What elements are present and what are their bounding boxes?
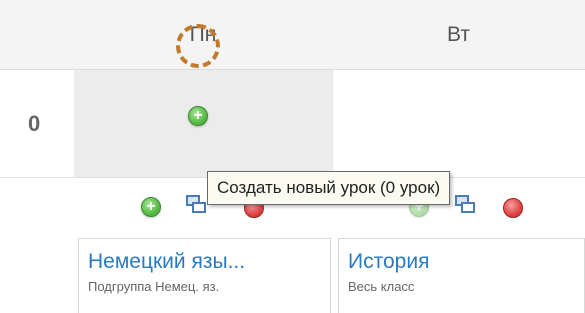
lesson-number: 0	[28, 111, 41, 136]
add-lesson-icon[interactable]: +	[141, 197, 161, 217]
delete-icon[interactable]	[503, 198, 523, 218]
lesson-title-link[interactable]: История	[348, 249, 584, 275]
highlight-ring	[176, 24, 220, 68]
lesson-group: Подгруппа Немец. яз.	[88, 279, 220, 294]
add-lesson-button[interactable]: +	[188, 106, 208, 126]
day-header-tue: Вт	[447, 23, 470, 46]
lesson-title-link[interactable]: Немецкий язы...	[88, 249, 330, 275]
lesson-card[interactable]: Немецкий язы... Подгруппа Немец. яз.	[78, 238, 331, 313]
lesson-card[interactable]: История Весь класс	[338, 238, 585, 313]
cell-divider	[332, 70, 333, 177]
lesson-group: Весь класс	[348, 279, 415, 294]
copy-icon[interactable]	[455, 195, 477, 215]
copy-icon[interactable]	[186, 195, 208, 215]
schedule-header: Пн Вт	[0, 0, 585, 70]
tooltip: Создать новый урок (0 урок)	[207, 171, 451, 205]
schedule-row: 0	[0, 70, 585, 178]
